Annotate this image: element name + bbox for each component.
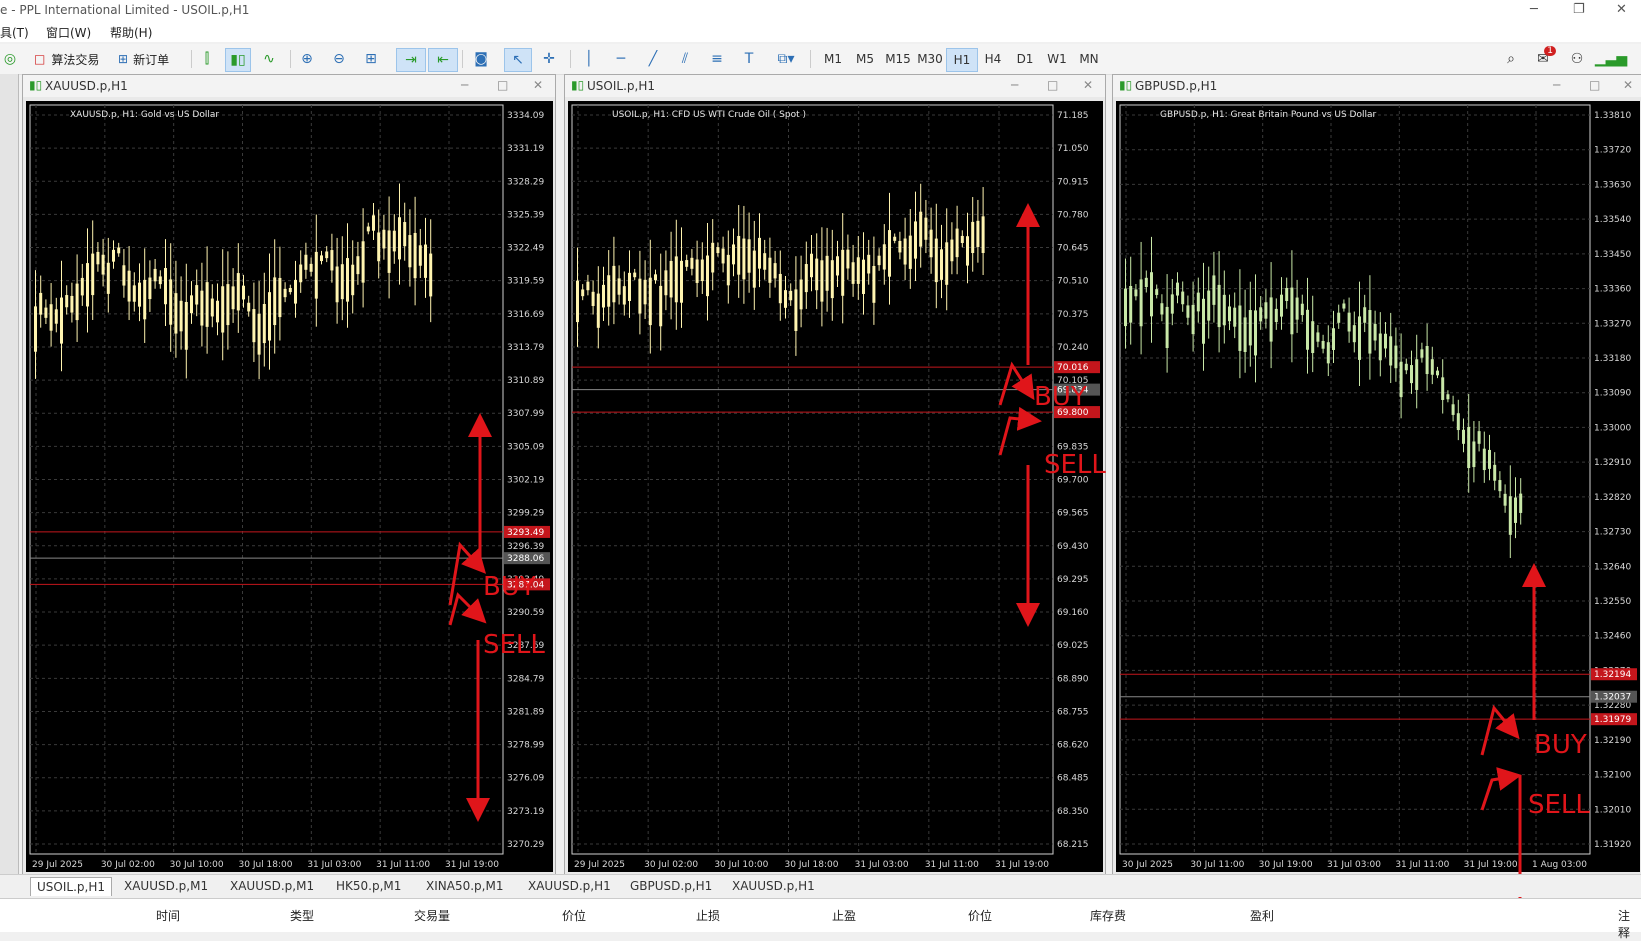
terminal-header: 时间 类型 交易量 价位 止损 止盈 价位 库存费 盈利 注释	[0, 898, 1641, 940]
col-price2[interactable]: 价位	[968, 907, 992, 924]
col-tp[interactable]: 止盈	[832, 907, 856, 924]
tab-hk50-m1[interactable]: HK50.p,M1	[330, 877, 407, 895]
tab-xauusd-m1[interactable]: XAUUSD.p,M1	[118, 877, 214, 895]
col-time[interactable]: 时间	[156, 907, 180, 924]
col-type[interactable]: 类型	[290, 907, 314, 924]
tab-xauusd-m1[interactable]: XAUUSD.p,M1	[224, 877, 320, 895]
col-price[interactable]: 价位	[562, 907, 586, 924]
col-sl[interactable]: 止损	[696, 907, 720, 924]
col-volume[interactable]: 交易量	[414, 907, 450, 924]
tab-xauusd-h1[interactable]: XAUUSD.p,H1	[726, 877, 821, 895]
tab-usoil-h1[interactable]: USOIL.p,H1	[30, 877, 112, 896]
col-comment[interactable]: 注释	[1618, 907, 1641, 941]
tab-xauusd-h1[interactable]: XAUUSD.p,H1	[522, 877, 617, 895]
annotation-arrows	[448, 203, 1546, 930]
chart-tabs: USOIL.p,H1 XAUUSD.p,M1 XAUUSD.p,M1 HK50.…	[0, 874, 1641, 897]
col-profit[interactable]: 盈利	[1250, 907, 1274, 924]
col-swap[interactable]: 库存费	[1090, 907, 1126, 924]
tab-gbpusd-h1[interactable]: GBPUSD.p,H1	[624, 877, 718, 895]
tab-xina50-m1[interactable]: XINA50.p,M1	[420, 877, 509, 895]
